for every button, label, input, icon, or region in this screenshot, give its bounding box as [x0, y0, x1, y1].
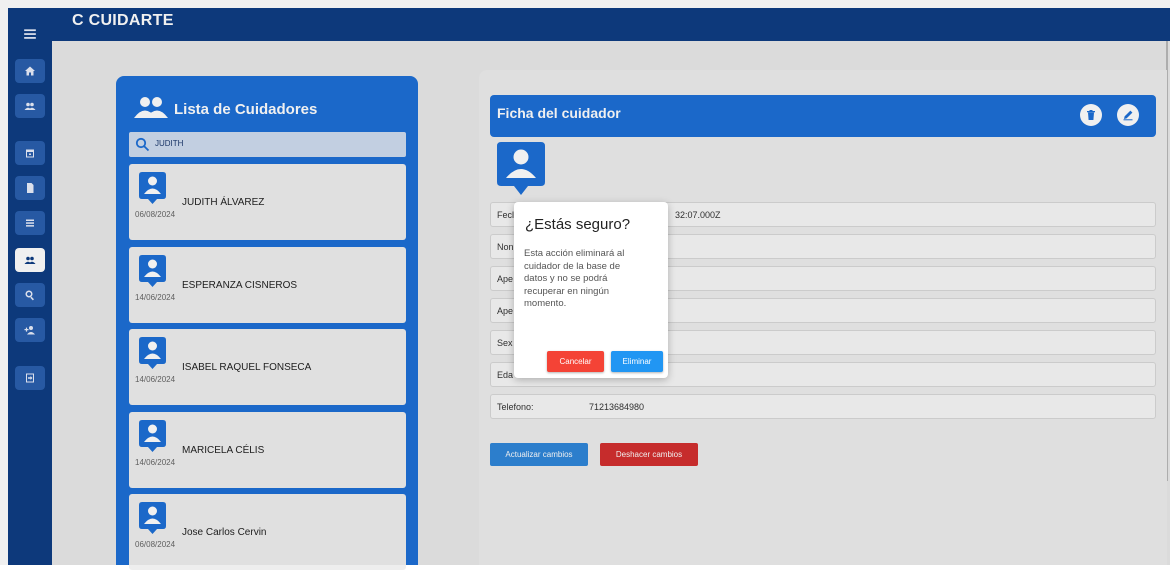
confirm-dialog: ¿Estás seguro? Esta acción eliminará al …: [514, 202, 668, 378]
dialog-message: Esta acción eliminará al cuidador de la …: [524, 248, 625, 309]
cancel-button[interactable]: Cancelar: [547, 351, 604, 372]
confirm-delete-button[interactable]: Eliminar: [611, 351, 663, 372]
dialog-title: ¿Estás seguro?: [525, 216, 631, 233]
